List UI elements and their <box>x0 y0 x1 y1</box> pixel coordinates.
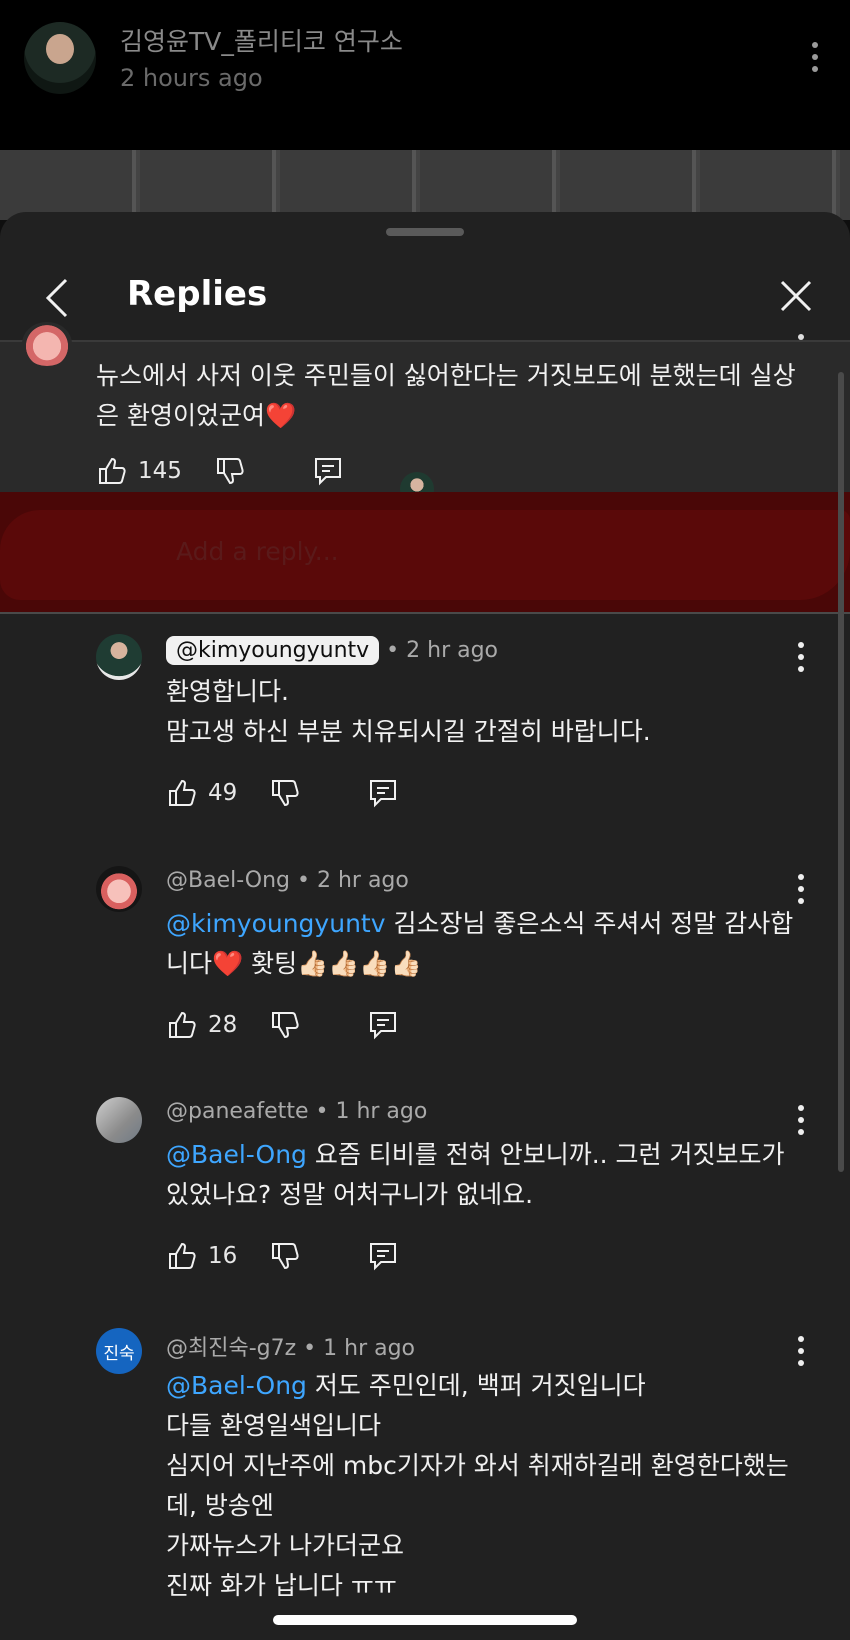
like-icon[interactable] <box>96 455 128 487</box>
redacted-region <box>0 492 850 612</box>
reply-meta: @최진숙-g7z • 1 hr ago <box>166 1330 415 1362</box>
reply-time: • 2 hr ago <box>297 868 409 893</box>
comment-actions: 145 <box>96 454 344 488</box>
mention-link[interactable]: @kimyoungyuntv <box>166 909 386 938</box>
reply-time: • 1 hr ago <box>315 1099 428 1124</box>
post-time: 2 hours ago <box>120 64 263 92</box>
comment-text: 뉴스에서 사저 이웃 주민들이 싫어한다는 거짓보도에 분했는데 실상은 환영이… <box>96 361 796 430</box>
drag-handle[interactable] <box>386 228 464 236</box>
mention-link[interactable]: @Bael-Ong <box>166 1140 307 1169</box>
initials-avatar[interactable]: 진숙 <box>96 1328 142 1374</box>
reply-handle[interactable]: @Bael-Ong <box>166 868 290 893</box>
close-icon[interactable] <box>776 276 816 316</box>
creator-handle-chip[interactable]: @kimyoungyuntv <box>166 636 380 665</box>
photo-avatar[interactable] <box>96 1097 142 1143</box>
host-avatar[interactable] <box>96 634 142 680</box>
reply-text: @Bael-Ong 요즘 티비를 전혀 안보니까.. 그런 거짓보도가 있었나요… <box>166 1135 806 1215</box>
dislike-icon[interactable] <box>269 1009 301 1041</box>
reply-text: 환영합니다. 맘고생 하신 부분 치유되시길 간절히 바랍니다. <box>166 677 651 746</box>
reply-actions: 28 <box>166 1008 399 1042</box>
comment-more-icon[interactable] <box>798 334 804 346</box>
like-icon[interactable] <box>166 777 198 809</box>
commenter-avatar[interactable] <box>22 322 72 366</box>
reply-icon[interactable] <box>367 777 399 809</box>
replies-sheet: Replies 뉴스에서 사저 이웃 주민들이 싫어한다는 거짓보도에 분했는데… <box>0 212 850 1640</box>
more-options-icon[interactable] <box>810 42 820 78</box>
reply-icon[interactable] <box>367 1240 399 1272</box>
reply-actions: 16 <box>166 1239 399 1273</box>
reply-meta: @Bael-Ong • 2 hr ago <box>166 868 409 893</box>
sheet-title: Replies <box>127 274 268 314</box>
reply-text: @Bael-Ong 저도 주민인데, 백퍼 거짓입니다 다들 환영일색입니다 심… <box>166 1366 806 1606</box>
video-channel-header: 김영윤TV_폴리티코 연구소 2 hours ago <box>0 0 850 150</box>
reply-time: • 1 hr ago <box>303 1336 416 1361</box>
channel-avatar[interactable] <box>24 22 96 94</box>
home-indicator <box>273 1615 577 1625</box>
reply-meta: @paneafette • 1 hr ago <box>166 1099 427 1124</box>
reply-text: @kimyoungyuntv 김소장님 좋은소식 주셔서 정말 감사합니다❤️ … <box>166 904 806 984</box>
reply-time: • 2 hr ago <box>386 638 499 663</box>
like-icon[interactable] <box>166 1240 198 1272</box>
reply-actions: 49 <box>166 776 399 810</box>
pink-bear-avatar[interactable] <box>96 866 142 912</box>
like-icon[interactable] <box>166 1009 198 1041</box>
reply-handle[interactable]: @paneafette <box>166 1099 308 1124</box>
reply-icon[interactable] <box>312 455 344 487</box>
like-count: 16 <box>208 1243 238 1269</box>
like-count: 49 <box>208 780 238 806</box>
mention-link[interactable]: @Bael-Ong <box>166 1371 307 1400</box>
channel-name[interactable]: 김영윤TV_폴리티코 연구소 <box>120 22 403 58</box>
back-arrow-icon[interactable] <box>40 274 76 322</box>
like-count: 145 <box>138 458 182 484</box>
scrollbar[interactable] <box>838 372 844 1172</box>
like-count: 28 <box>208 1012 238 1038</box>
section-divider <box>0 612 850 614</box>
parent-comment: 뉴스에서 사저 이웃 주민들이 싫어한다는 거짓보도에 분했는데 실상은 환영이… <box>0 322 850 510</box>
avatar-initials: 진숙 <box>103 1343 135 1364</box>
reply-handle[interactable]: @최진숙-g7z <box>166 1336 296 1361</box>
add-reply-input[interactable]: Add a reply... <box>176 537 339 566</box>
reply-meta: @kimyoungyuntv • 2 hr ago <box>166 636 498 665</box>
dislike-icon[interactable] <box>214 455 246 487</box>
dislike-icon[interactable] <box>269 1240 301 1272</box>
video-thumbnail-strip <box>0 150 850 220</box>
dislike-icon[interactable] <box>269 777 301 809</box>
reply-icon[interactable] <box>367 1009 399 1041</box>
reply-body: 저도 주민인데, 백퍼 거짓입니다 다들 환영일색입니다 심지어 지난주에 mb… <box>166 1371 789 1600</box>
